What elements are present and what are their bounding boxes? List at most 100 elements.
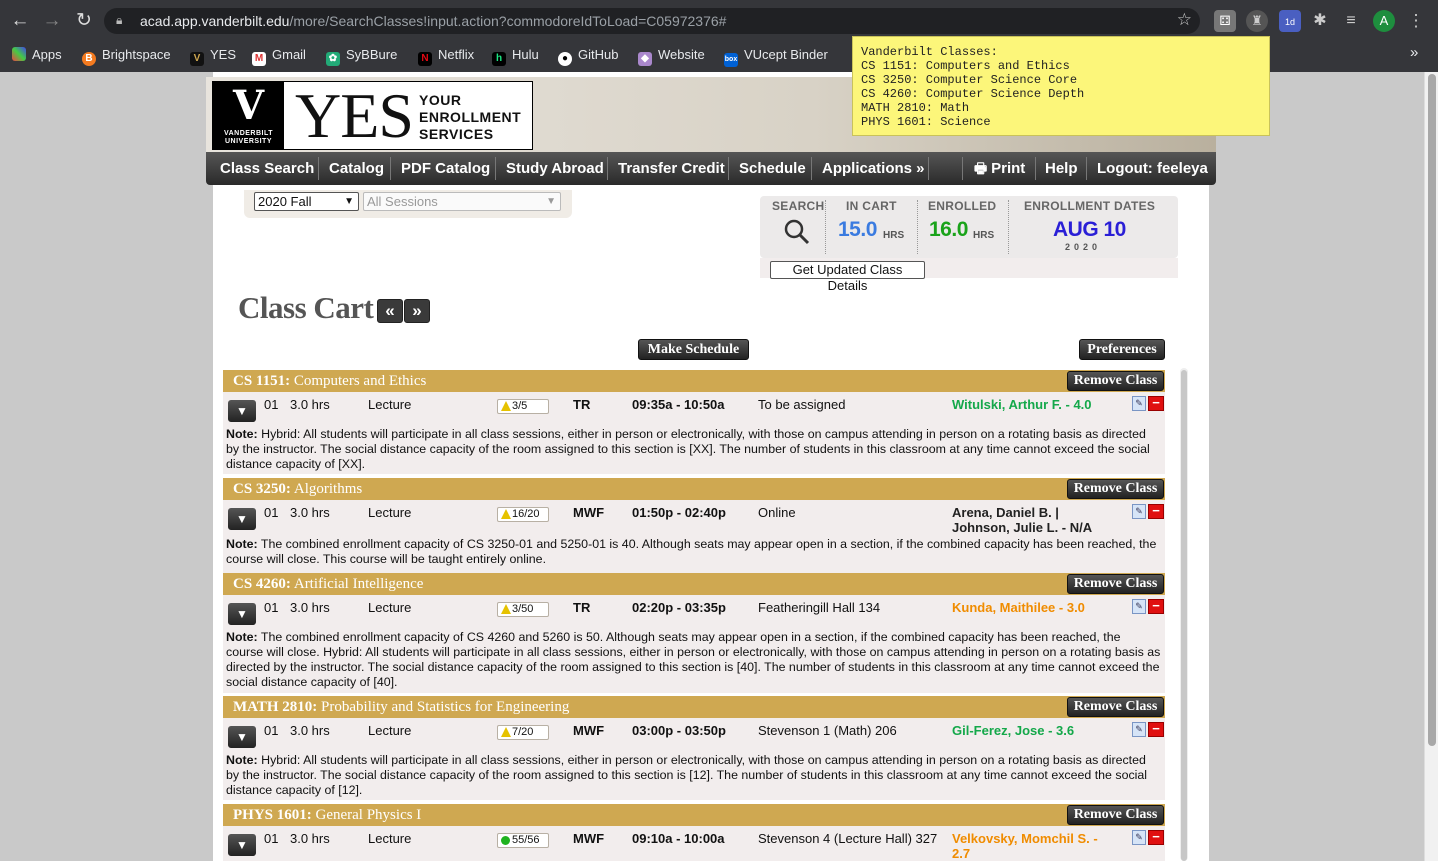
remove-class-button[interactable]: Remove Class	[1067, 697, 1164, 717]
remove-section-icon[interactable]: −	[1148, 722, 1164, 737]
address-bar[interactable]: 🔒︎ acad.app.vanderbilt.edu/more/SearchCl…	[104, 8, 1200, 34]
back-icon[interactable]: ←	[6, 6, 34, 36]
remove-class-button[interactable]: Remove Class	[1067, 574, 1164, 594]
next-page-button[interactable]: »	[404, 299, 430, 323]
menu-pdf-catalog[interactable]: PDF Catalog	[401, 152, 490, 185]
remove-class-button[interactable]: Remove Class	[1067, 479, 1164, 499]
note-text: The combined enrollment capacity of CS 3…	[226, 537, 1157, 566]
bookmark-brightspace[interactable]: B Brightspace	[82, 47, 171, 66]
course-name: Artificial Intelligence	[293, 576, 424, 592]
seats-count: 16/20	[512, 508, 540, 520]
menu-schedule[interactable]: Schedule	[739, 152, 806, 185]
edit-note-icon[interactable]: ✎	[1132, 722, 1146, 737]
course-header: CS 1151: Computers and Ethics	[223, 370, 1165, 392]
session-select-value: All Sessions	[367, 194, 438, 209]
expand-toggle-icon[interactable]: ▼	[228, 508, 256, 530]
menu-separator	[928, 157, 929, 180]
term-select[interactable]: 2020 Fall ▼	[254, 192, 359, 211]
bookmark-gmail[interactable]: M Gmail	[252, 47, 306, 66]
bookmark-vucept-binder[interactable]: box VUcept Binder	[724, 47, 828, 67]
extension-icon[interactable]: ⚃	[1214, 10, 1236, 32]
class-cart-list: CS 1151: Computers and Ethics Remove Cla…	[223, 370, 1165, 861]
remove-section-icon[interactable]: −	[1148, 599, 1164, 614]
instructor-link[interactable]: Gil-Ferez, Jose - 3.6	[952, 723, 1112, 738]
instructor-link[interactable]: Kunda, Maithilee - 3.0	[952, 600, 1112, 615]
yes-logo[interactable]: V VANDERBILT UNIVERSITY YES YOUR ENROLLM…	[212, 81, 533, 150]
stat-incart-unit: HRS	[883, 230, 905, 241]
stat-date-year: 2020	[1065, 242, 1102, 252]
menu-dots-icon[interactable]: ⋮	[1405, 10, 1427, 32]
menu-separator	[962, 157, 963, 180]
get-updated-details-button[interactable]: Get Updated Class Details	[770, 261, 925, 293]
course-body: ▼ 01 3.0 hrs Lecture 16/20 MWF 01:50p - …	[223, 500, 1165, 575]
bookmark-star-icon[interactable]: ☆	[1177, 10, 1192, 30]
credit-hours: 3.0 hrs	[290, 397, 330, 412]
term-select-value: 2020 Fall	[258, 194, 312, 209]
search-icon[interactable]	[784, 219, 810, 245]
bookmark-hulu[interactable]: h Hulu	[492, 47, 539, 66]
expand-toggle-icon[interactable]: ▼	[228, 834, 256, 856]
remove-section-icon[interactable]: −	[1148, 396, 1164, 411]
meeting-days: MWF	[573, 831, 605, 846]
calendar-extension-icon[interactable]: 1d	[1279, 10, 1301, 32]
page-title: Class Cart	[238, 290, 374, 325]
page-scrollbar[interactable]	[1424, 72, 1438, 861]
stat-enrolled-value: 16.0	[929, 218, 968, 241]
remove-section-icon[interactable]: −	[1148, 504, 1164, 519]
enrollment-stats: SEARCH IN CART ENROLLED ENROLLMENT DATES…	[760, 196, 1178, 258]
remove-class-button[interactable]: Remove Class	[1067, 805, 1164, 825]
media-icon[interactable]: ≡	[1340, 10, 1362, 32]
menu-study-abroad[interactable]: Study Abroad	[506, 152, 604, 185]
forward-icon[interactable]: →	[38, 6, 66, 36]
instructor-link[interactable]: Arena, Daniel B. | Johnson, Julie L. - N…	[952, 505, 1112, 535]
profile-avatar[interactable]: A	[1373, 10, 1395, 32]
cart-scrollbar-thumb[interactable]	[1181, 370, 1187, 861]
remove-section-icon[interactable]: −	[1148, 830, 1164, 845]
bookmark-yes[interactable]: V YES	[190, 47, 236, 66]
menu-print[interactable]: 🖶︎ Print	[974, 152, 1025, 185]
menu-applications[interactable]: Applications »	[822, 152, 925, 185]
sticky-note[interactable]: Vanderbilt Classes: CS 1151: Computers a…	[852, 36, 1270, 136]
stat-divider	[825, 200, 826, 254]
menu-class-search[interactable]: Class Search	[220, 152, 314, 185]
reload-icon[interactable]: ↻	[70, 6, 98, 36]
bookmark-apps[interactable]: Apps	[12, 47, 62, 62]
remove-class-button[interactable]: Remove Class	[1067, 371, 1164, 391]
meeting-days: MWF	[573, 723, 605, 738]
logo-tagline-line2: ENROLLMENT	[419, 109, 522, 125]
bookmark-github[interactable]: ● GitHub	[558, 47, 618, 66]
prev-page-button[interactable]: «	[377, 299, 403, 323]
expand-toggle-icon[interactable]: ▼	[228, 726, 256, 748]
bookmark-website[interactable]: ◆ Website	[638, 47, 705, 66]
instructor-link[interactable]: Witulski, Arthur F. - 4.0	[952, 397, 1112, 412]
location: Featheringill Hall 134	[758, 600, 881, 615]
expand-toggle-icon[interactable]: ▼	[228, 400, 256, 422]
vanderbilt-extension-icon[interactable]: ♜	[1246, 10, 1268, 32]
instructor-link[interactable]: Velkovsky, Momchil S. - 2.7	[952, 831, 1112, 861]
edit-note-icon[interactable]: ✎	[1132, 396, 1146, 411]
bookmark-sybbure[interactable]: ✿ SyBBure	[326, 47, 397, 66]
course-code: CS 1151:	[233, 373, 291, 389]
session-select[interactable]: All Sessions ▼	[363, 192, 561, 211]
stat-date-value: AUG 10	[1053, 218, 1126, 241]
section-number: 01	[264, 600, 279, 615]
page-scrollbar-thumb[interactable]	[1428, 74, 1436, 746]
menu-separator	[1086, 157, 1087, 180]
menu-transfer-credit[interactable]: Transfer Credit	[618, 152, 725, 185]
make-schedule-button[interactable]: Make Schedule	[638, 339, 749, 360]
class-type: Lecture	[368, 505, 412, 520]
preferences-button[interactable]: Preferences	[1079, 339, 1165, 360]
menu-help[interactable]: Help	[1045, 152, 1078, 185]
expand-toggle-icon[interactable]: ▼	[228, 603, 256, 625]
bookmarks-overflow[interactable]: »	[1410, 44, 1418, 61]
edit-note-icon[interactable]: ✎	[1132, 830, 1146, 845]
menu-catalog[interactable]: Catalog	[329, 152, 384, 185]
course-card: CS 3250: Algorithms Remove Class ▼ 01 3.…	[223, 478, 1165, 575]
edit-note-icon[interactable]: ✎	[1132, 599, 1146, 614]
section-row: ▼ 01 3.0 hrs Lecture 55/56 MWF 09:10a - …	[223, 826, 1165, 861]
bookmark-netflix[interactable]: N Netflix	[418, 47, 474, 66]
puzzle-icon[interactable]: ✱	[1309, 10, 1331, 32]
edit-note-icon[interactable]: ✎	[1132, 504, 1146, 519]
course-note: Note: Hybrid: All students will particip…	[226, 427, 1161, 472]
menu-logout[interactable]: Logout: feeleya	[1097, 152, 1208, 185]
